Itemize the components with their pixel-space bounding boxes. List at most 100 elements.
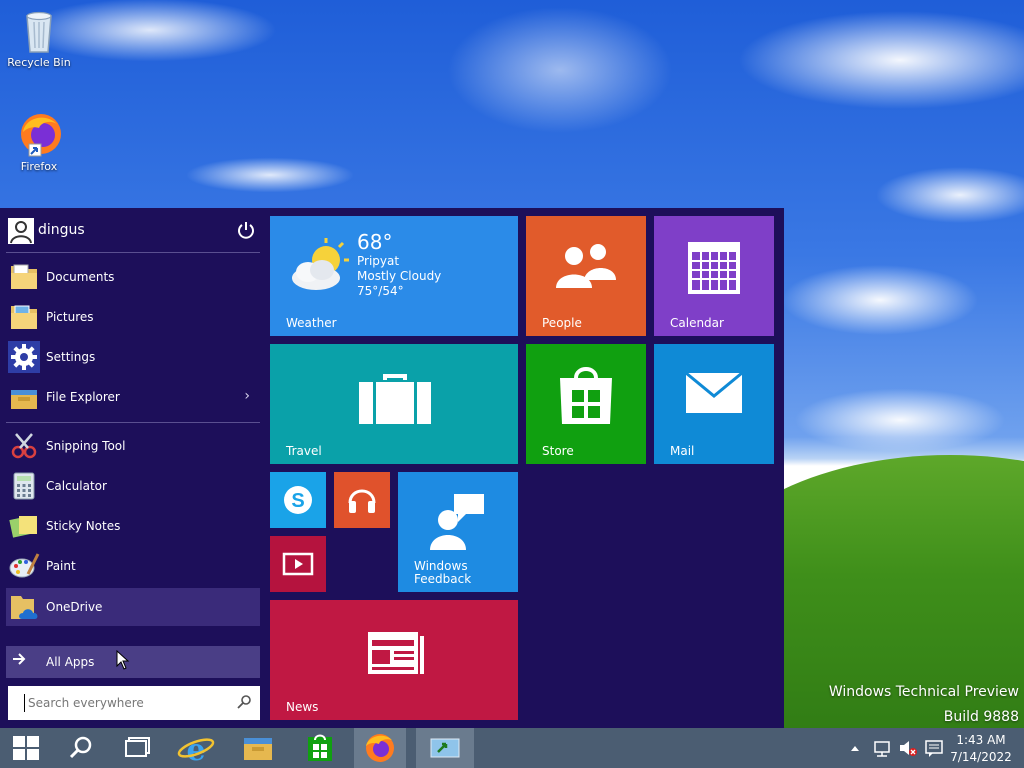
divider: [6, 252, 260, 253]
file-explorer-icon: [8, 381, 40, 413]
calculator-icon: [8, 470, 40, 502]
search-box[interactable]: [8, 686, 260, 720]
suitcase-icon: [359, 372, 431, 424]
start-item-documents[interactable]: Documents: [6, 258, 260, 296]
start-item-onedrive[interactable]: OneDrive: [6, 588, 260, 626]
chevron-right-icon[interactable]: ›: [244, 388, 250, 404]
weather-condition: Mostly Cloudy: [357, 269, 442, 283]
search-button[interactable]: [54, 728, 106, 768]
start-item-pictures[interactable]: Pictures: [6, 298, 260, 336]
start-item-label: Calculator: [46, 479, 107, 493]
start-item-label: Documents: [46, 270, 115, 284]
tile-store[interactable]: Store: [526, 344, 646, 464]
calendar-icon: [686, 240, 742, 296]
weather-range: 75°/54°: [357, 284, 404, 298]
people-icon: [554, 240, 618, 292]
app-window-icon: [430, 738, 460, 758]
sticky-notes-icon: [8, 510, 40, 542]
store-bag-icon: [558, 362, 614, 426]
tile-label: Store: [542, 444, 574, 458]
snipping-tool-icon: [8, 430, 40, 462]
taskbar: e 1:43 AM 7/14/2022: [0, 728, 1024, 768]
tile-label-line1: Windows: [414, 559, 468, 573]
firefox-icon: [15, 110, 63, 158]
watermark-line1: Windows Technical Preview: [828, 684, 1019, 700]
start-item-label: OneDrive: [46, 600, 103, 614]
svg-text:S: S: [291, 490, 304, 512]
tile-weather[interactable]: 68° Pripyat Mostly Cloudy 75°/54° Weathe…: [270, 216, 518, 336]
pictures-folder-icon: [8, 301, 40, 333]
start-item-label: File Explorer: [46, 390, 120, 404]
weather-city: Pripyat: [357, 254, 400, 268]
tile-windows-feedback[interactable]: Windows Feedback: [398, 472, 518, 592]
mouse-cursor-icon: [116, 649, 130, 670]
store-button[interactable]: [294, 728, 346, 768]
task-view-button[interactable]: [110, 728, 162, 768]
skype-icon: S: [282, 484, 314, 516]
file-explorer-button[interactable]: [232, 728, 284, 768]
start-item-sticky-notes[interactable]: Sticky Notes: [6, 507, 260, 545]
tile-music[interactable]: [334, 472, 390, 528]
firefox-button[interactable]: [354, 728, 406, 768]
chevron-up-icon: [851, 746, 859, 751]
app-button[interactable]: [416, 728, 474, 768]
start-item-settings[interactable]: Settings: [6, 338, 260, 376]
tile-label: Calendar: [670, 316, 724, 330]
search-icon[interactable]: [236, 694, 252, 710]
user-account[interactable]: dingus: [6, 216, 260, 248]
tile-calendar[interactable]: Calendar: [654, 216, 774, 336]
start-item-file-explorer[interactable]: File Explorer ›: [6, 378, 260, 416]
tile-skype[interactable]: S: [270, 472, 326, 528]
start-item-label: Pictures: [46, 310, 94, 324]
network-icon[interactable]: [872, 728, 892, 768]
documents-folder-icon: [8, 261, 40, 293]
all-apps-button[interactable]: All Apps: [6, 646, 260, 678]
start-item-label: Snipping Tool: [46, 439, 126, 453]
search-input[interactable]: [24, 694, 224, 712]
clock-date: 7/14/2022: [950, 750, 1012, 764]
tile-label-line2: Feedback: [414, 572, 472, 586]
weather-cloud-sun-icon: [286, 234, 350, 298]
all-apps-label: All Apps: [46, 655, 95, 669]
start-left-pane: dingus Documents Pictures Settings File …: [0, 208, 262, 728]
tile-label: People: [542, 316, 582, 330]
arrow-right-icon: [12, 652, 26, 670]
start-item-paint[interactable]: Paint: [6, 547, 260, 585]
power-icon[interactable]: [236, 220, 256, 240]
headphones-icon: [346, 483, 378, 515]
tile-travel[interactable]: Travel: [270, 344, 518, 464]
gear-icon: [8, 341, 40, 373]
search-icon: [69, 736, 92, 759]
firefox-icon: [366, 734, 394, 762]
internet-explorer-icon: e: [177, 733, 215, 768]
volume-muted-icon[interactable]: [898, 728, 918, 768]
tile-label: News: [286, 700, 319, 714]
start-button[interactable]: [0, 728, 52, 768]
desktop-icon-label: Recycle Bin: [7, 56, 71, 69]
tile-label: Windows Feedback: [414, 560, 471, 586]
clock[interactable]: 1:43 AM 7/14/2022: [950, 728, 1012, 768]
paint-icon: [8, 550, 40, 582]
desktop-icon-recycle-bin[interactable]: Recycle Bin: [0, 6, 78, 69]
divider: [6, 422, 260, 423]
tile-mail[interactable]: Mail: [654, 344, 774, 464]
news-icon: [366, 630, 426, 676]
start-item-snipping-tool[interactable]: Snipping Tool: [6, 427, 260, 465]
show-hidden-icons-button[interactable]: [848, 728, 862, 768]
user-name: dingus: [38, 222, 85, 238]
action-center-icon[interactable]: [924, 728, 944, 768]
clock-time: 1:43 AM: [956, 733, 1006, 747]
tile-news[interactable]: News: [270, 600, 518, 720]
desktop-icon-firefox[interactable]: Firefox: [0, 110, 78, 173]
start-item-label: Settings: [46, 350, 96, 364]
start-item-calculator[interactable]: Calculator: [6, 467, 260, 505]
internet-explorer-button[interactable]: e: [170, 728, 222, 768]
start-item-label: Paint: [46, 559, 76, 573]
start-item-label: Sticky Notes: [46, 519, 121, 533]
tile-video[interactable]: [270, 536, 326, 592]
tile-label: Weather: [286, 316, 337, 330]
watermark-line2: Build 9888: [943, 709, 1019, 725]
tile-people[interactable]: People: [526, 216, 646, 336]
windows-logo-icon: [13, 736, 39, 760]
video-play-icon: [282, 552, 314, 576]
